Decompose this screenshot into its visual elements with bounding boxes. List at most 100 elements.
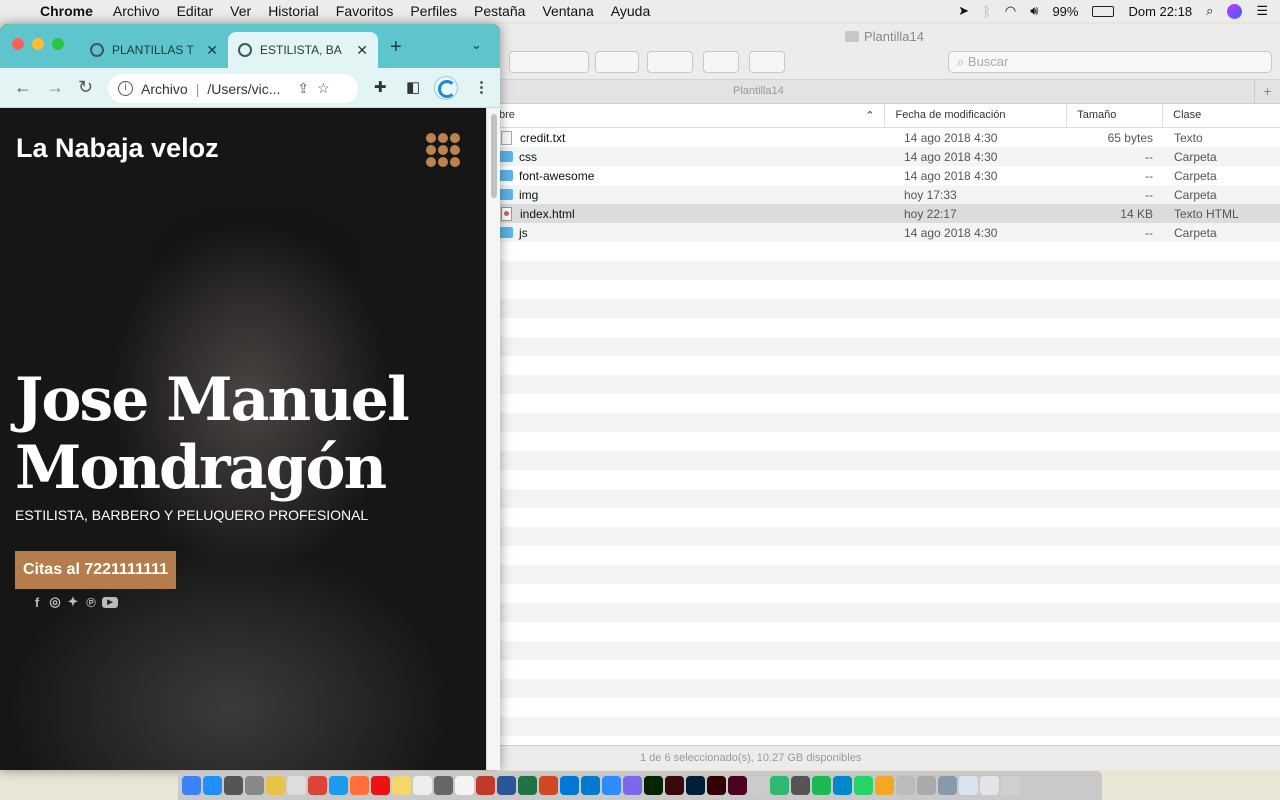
site-brand[interactable]: La Nabaja veloz	[16, 133, 219, 164]
location-icon[interactable]: ➤	[958, 3, 969, 19]
menu-ayuda[interactable]: Ayuda	[611, 3, 650, 19]
grid-menu-icon[interactable]	[426, 133, 460, 167]
sketch-dock-icon[interactable]	[875, 776, 894, 795]
action-gear-button[interactable]	[647, 51, 693, 73]
spotlight-search-icon[interactable]: ⌕	[1206, 3, 1213, 19]
close-tab-icon[interactable]: ✕	[206, 42, 218, 59]
tags-button[interactable]	[749, 51, 785, 73]
instagram-icon[interactable]: ◎	[48, 594, 62, 610]
forward-arrow-icon[interactable]: →	[46, 77, 64, 98]
printer-dock-icon[interactable]	[917, 776, 936, 795]
animate-dock-icon[interactable]	[665, 776, 684, 795]
minimize-window-button[interactable]	[32, 38, 44, 50]
camtasia-dock-icon[interactable]	[770, 776, 789, 795]
file-row-js[interactable]: js 14 ago 2018 4:30 -- Carpeta	[489, 223, 1280, 242]
documents-dock-icon[interactable]	[959, 776, 978, 795]
notes-dock-icon[interactable]	[266, 776, 285, 795]
address-bar[interactable]: i Archivo | /Users/vic... ⇪ ☆	[108, 74, 358, 103]
menu-editar[interactable]: Editar	[177, 3, 214, 19]
menu-archivo[interactable]: Archivo	[113, 3, 160, 19]
finder-dock-icon[interactable]	[182, 776, 201, 795]
battery-percent[interactable]: 99%	[1052, 4, 1078, 19]
zoom-window-button[interactable]	[52, 38, 64, 50]
preview-dock-icon[interactable]	[749, 776, 768, 795]
imovie-dock-icon[interactable]	[623, 776, 642, 795]
volume-icon[interactable]: 🔊︎	[1030, 3, 1038, 19]
file-row-font-awesome[interactable]: font-awesome 14 ago 2018 4:30 -- Carpeta	[489, 166, 1280, 185]
info-icon[interactable]: i	[118, 81, 133, 96]
twitter-icon[interactable]: ✦	[66, 594, 80, 610]
powerpoint-dock-icon[interactable]	[539, 776, 558, 795]
outlook-dock-icon[interactable]	[560, 776, 579, 795]
menu-favoritos[interactable]: Favoritos	[336, 3, 394, 19]
profile-avatar[interactable]	[434, 76, 458, 100]
github-dock-icon[interactable]	[791, 776, 810, 795]
column-size[interactable]: Tamaño	[1067, 104, 1164, 127]
tab-search-chevron-icon[interactable]: ⌄	[471, 37, 482, 53]
calculator-dock-icon[interactable]	[434, 776, 453, 795]
file-row-index-html[interactable]: index.html hoy 22:17 14 KB Texto HTML	[489, 204, 1280, 223]
finder-tab-label[interactable]: Plantilla14	[733, 85, 784, 97]
downloads-dock-icon[interactable]	[980, 776, 999, 795]
launchpad-dock-icon[interactable]	[245, 776, 264, 795]
scrollbar-thumb[interactable]	[491, 114, 497, 198]
spotify-dock-icon[interactable]	[812, 776, 831, 795]
xcode-dock-icon[interactable]	[602, 776, 621, 795]
photoshop-dock-icon[interactable]	[686, 776, 705, 795]
appointment-button[interactable]: Citas al 7221111111	[15, 551, 176, 589]
music-dock-icon[interactable]	[287, 776, 306, 795]
youtube-icon[interactable]: ▶	[102, 596, 118, 608]
siri-dock-icon[interactable]	[224, 776, 243, 795]
stickies-dock-icon[interactable]	[392, 776, 411, 795]
pinterest-icon[interactable]: ℗	[84, 595, 98, 610]
file-row-css[interactable]: css 14 ago 2018 4:30 -- Carpeta	[489, 147, 1280, 166]
whatsapp-dock-icon[interactable]	[854, 776, 873, 795]
share-icon[interactable]: ⇪	[297, 80, 309, 97]
file-row-credit[interactable]: credit.txt 14 ago 2018 4:30 65 bytes Tex…	[489, 128, 1280, 147]
file-row-img[interactable]: img hoy 17:33 -- Carpeta	[489, 185, 1280, 204]
tab-estilista[interactable]: ESTILISTA, BA ✕	[228, 32, 378, 68]
menu-ventana[interactable]: Ventana	[542, 3, 593, 19]
screenshot-dock-icon[interactable]	[938, 776, 957, 795]
column-date[interactable]: Fecha de modificación	[885, 104, 1068, 127]
side-panel-icon[interactable]: ◧	[406, 78, 420, 96]
filezilla-dock-icon[interactable]	[476, 776, 495, 795]
back-arrow-icon[interactable]: ←	[14, 77, 32, 98]
column-kind[interactable]: Clase	[1163, 104, 1280, 127]
extensions-puzzle-icon[interactable]: ✚	[374, 78, 387, 96]
menu-pestana[interactable]: Pestaña	[474, 3, 525, 19]
menu-perfiles[interactable]: Perfiles	[410, 3, 457, 19]
clock[interactable]: Dom 22:18	[1128, 4, 1192, 19]
siri-icon[interactable]	[1227, 3, 1243, 19]
opera-dock-icon[interactable]	[371, 776, 390, 795]
notification-center-icon[interactable]: ☰	[1256, 3, 1268, 19]
firefox-dock-icon[interactable]	[350, 776, 369, 795]
telegram-dock-icon[interactable]	[833, 776, 852, 795]
facebook-icon[interactable]: f	[30, 595, 44, 610]
battery-icon[interactable]	[1092, 5, 1115, 17]
bbedit-dock-icon[interactable]	[896, 776, 915, 795]
indesign-dock-icon[interactable]	[728, 776, 747, 795]
menu-historial[interactable]: Historial	[268, 3, 319, 19]
new-tab-plus-icon[interactable]: +	[390, 36, 402, 59]
illustrator-dock-icon[interactable]	[707, 776, 726, 795]
kebab-menu-icon[interactable]: ⋮	[474, 78, 489, 96]
bookmark-star-icon[interactable]: ☆	[317, 80, 330, 97]
reload-icon[interactable]: ↻	[78, 77, 93, 98]
menu-app-name[interactable]: Chrome	[40, 3, 93, 19]
word-dock-icon[interactable]	[497, 776, 516, 795]
column-name[interactable]: bre ⌃	[489, 104, 886, 127]
close-tab-icon[interactable]: ✕	[356, 42, 368, 59]
share-button[interactable]	[703, 51, 739, 73]
menu-ver[interactable]: Ver	[230, 3, 251, 19]
bluetooth-icon[interactable]: ᛒ	[983, 4, 991, 19]
finder-search-input[interactable]: ⌕ Buscar	[948, 51, 1272, 73]
view-mode-buttons[interactable]	[509, 51, 589, 73]
wifi-icon[interactable]: ◠	[1005, 3, 1016, 19]
new-tab-plus-icon[interactable]: +	[1254, 80, 1280, 103]
vscode-dock-icon[interactable]	[581, 776, 600, 795]
page-scrollbar[interactable]	[486, 108, 500, 770]
excel-dock-icon[interactable]	[518, 776, 537, 795]
close-window-button[interactable]	[12, 38, 24, 50]
trash-dock-icon[interactable]	[1001, 776, 1020, 795]
